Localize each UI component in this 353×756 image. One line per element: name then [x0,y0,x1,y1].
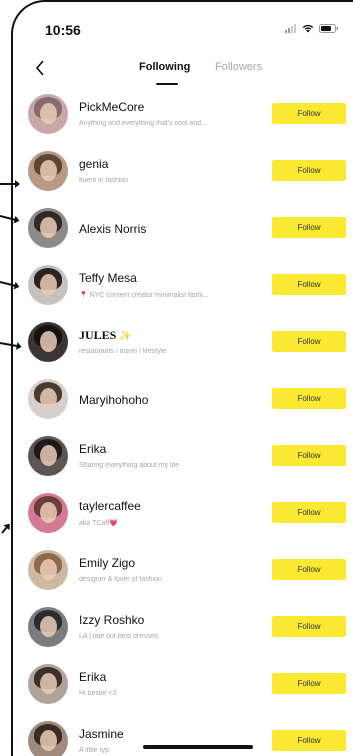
chevron-left-icon[interactable] [31,58,49,78]
follow-button[interactable]: Follow [272,502,346,523]
list-item[interactable]: Erika Hi bestie <3 Follow [13,661,353,717]
account-bio: Sharing everything about my life [79,462,179,469]
avatar [28,493,68,533]
avatar [28,265,68,305]
account-name: taylercaffee [79,499,141,513]
list-item[interactable]: PickMeCore Anything and everything that'… [13,91,353,147]
account-name: Teffy Mesa [79,271,137,285]
annotation-arrow [0,180,20,188]
account-name: PickMeCore [79,100,145,114]
active-tab-indicator [156,83,178,85]
account-name: genia [79,157,109,171]
sparkle-icon: ✨ [119,331,132,342]
avatar [28,322,68,362]
battery-icon [319,24,338,33]
avatar [28,379,68,419]
account-name: Erika [79,670,107,684]
phone-screen: 10:56 Following Followers PickMeCore Any… [11,0,353,756]
follow-button[interactable]: Follow [272,388,346,409]
avatar [28,664,68,704]
follow-button[interactable]: Follow [272,559,346,580]
account-bio: LA | late but best dressed [79,633,158,640]
follow-button[interactable]: Follow [272,673,346,694]
follow-button[interactable]: Follow [272,331,346,352]
avatar [28,151,68,191]
status-time: 10:56 [45,22,81,38]
follow-button[interactable]: Follow [272,103,346,124]
account-bio: 📍 NYC content creator minimalist fashi..… [79,292,209,299]
avatar [28,721,68,756]
account-bio: A little typ [79,747,109,754]
home-indicator[interactable] [143,745,253,749]
account-bio: Hi bestie <3 [79,690,117,697]
account-name: Emily Zigo [79,556,136,570]
avatar [28,607,68,647]
account-bio: fluent in fashion [79,177,129,184]
follow-button[interactable]: Follow [272,730,346,751]
header: Following Followers [13,56,353,90]
follow-button[interactable]: Follow [272,616,346,637]
list-item[interactable]: genia fluent in fashion Follow [13,148,353,204]
account-bio: Anything and everything that's cool and.… [79,120,207,127]
follow-button[interactable]: Follow [272,274,346,295]
list-item[interactable]: Izzy Roshko LA | late but best dressed F… [13,604,353,660]
tab-following[interactable]: Following [139,61,190,73]
account-bio: restaurants / travel / lifestyle [79,348,167,355]
account-name: JULES ✨ [79,328,132,342]
account-name: Erika [79,442,107,456]
list-item[interactable]: taylercaffee aka TCaff💗 Follow [13,490,353,546]
annotation-arrow [0,281,18,288]
avatar [28,436,68,476]
list-item[interactable]: Teffy Mesa 📍 NYC content creator minimal… [13,262,353,318]
list-item[interactable]: Maryihohoho Follow [13,376,353,432]
status-icons [285,24,339,33]
avatar [28,94,68,134]
annotation-arrow [1,524,10,534]
wifi-icon [302,24,314,33]
account-name: Alexis Norris [79,222,147,236]
follow-button[interactable]: Follow [272,445,346,466]
list-item[interactable]: Erika Sharing everything about my life F… [13,433,353,489]
list-item[interactable]: JULES ✨ restaurants / travel / lifestyle… [13,319,353,375]
account-name: Maryihohoho [79,393,149,407]
annotation-arrow [0,215,18,222]
avatar [28,550,68,590]
account-bio: designer & lover of fashion [79,576,162,583]
account-name: Jasmine [79,727,124,741]
follow-button[interactable]: Follow [272,217,346,238]
list-item[interactable]: Alexis Norris Follow [13,205,353,261]
status-bar: 10:56 [13,20,353,40]
list-item[interactable]: Emily Zigo designer & lover of fashion F… [13,547,353,603]
avatar [28,208,68,248]
account-name: Izzy Roshko [79,613,145,627]
list-item[interactable]: Jasmine A little typ Follow [13,718,353,756]
annotation-arrow [0,342,20,348]
signal-icon [285,24,296,33]
tab-followers[interactable]: Followers [215,61,262,73]
follow-button[interactable]: Follow [272,160,346,181]
account-bio: aka TCaff💗 [79,520,118,527]
